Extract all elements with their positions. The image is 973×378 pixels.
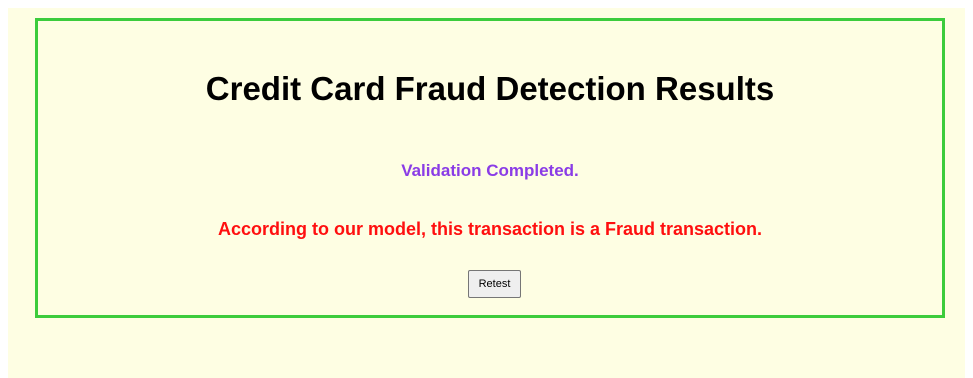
- retest-button[interactable]: Retest: [468, 270, 521, 298]
- fraud-verdict-message: According to our model, this transaction…: [217, 219, 763, 239]
- page-container: Credit Card Fraud Detection Results Vali…: [8, 8, 965, 378]
- page-title: Credit Card Fraud Detection Results: [205, 70, 775, 107]
- result-panel: Credit Card Fraud Detection Results Vali…: [35, 18, 945, 318]
- validation-status-message: Validation Completed.: [401, 161, 579, 180]
